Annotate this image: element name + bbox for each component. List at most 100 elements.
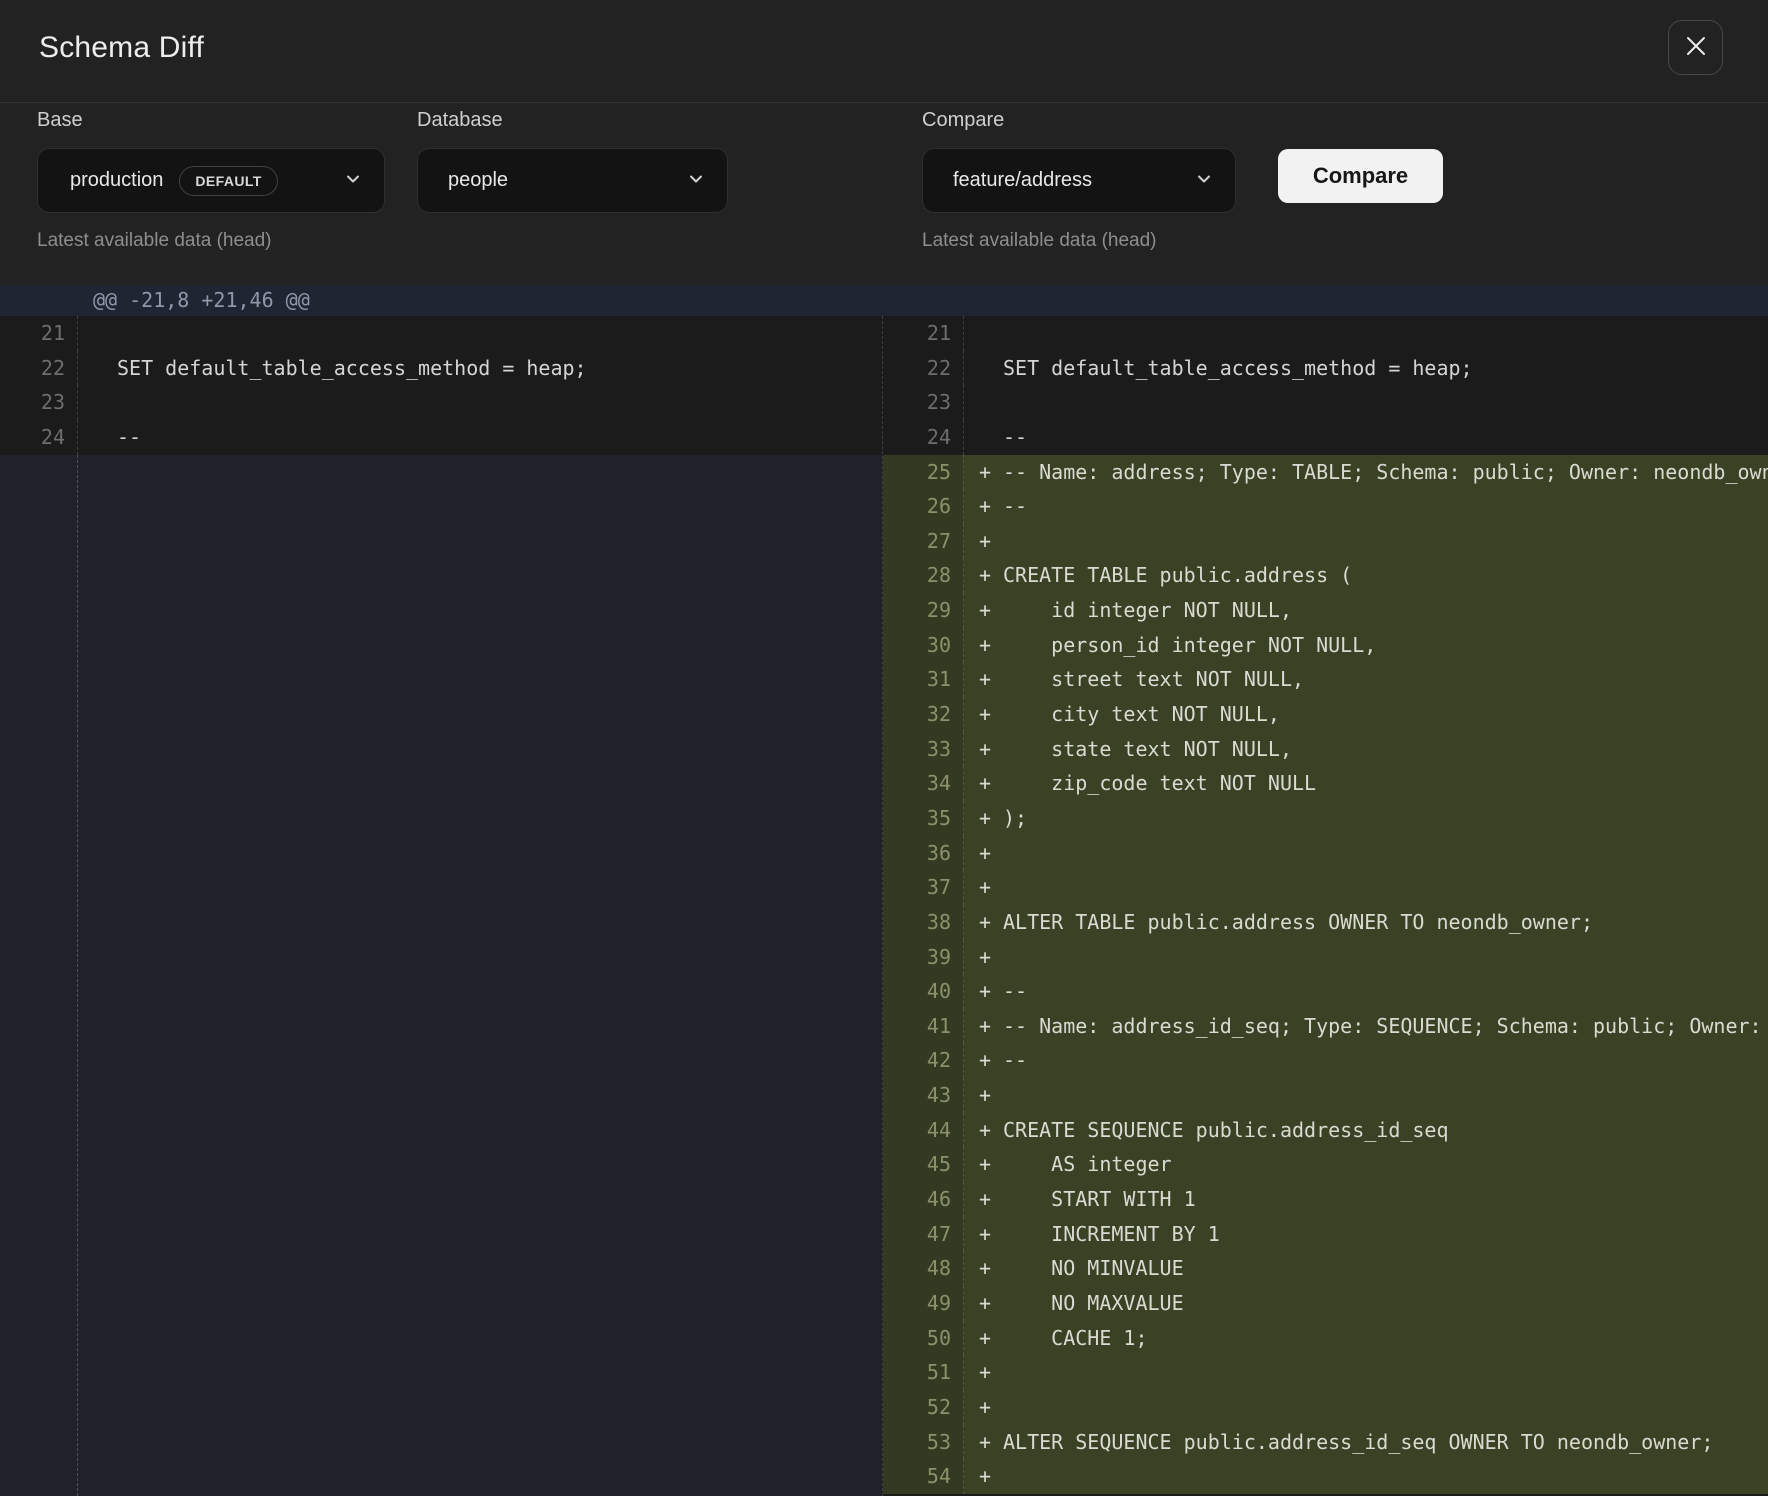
diff-row: 46 + START WITH 1 [883, 1182, 1768, 1217]
diff-pane-right-rows: 21 22 SET default_table_access_method = … [883, 316, 1768, 1494]
page-title: Schema Diff [39, 31, 204, 65]
close-button[interactable] [1668, 20, 1723, 75]
line-content: + [964, 1459, 1768, 1494]
line-number: 35 [883, 801, 964, 836]
diff-row: 35 +); [883, 801, 1768, 836]
diff-marker: + [979, 1321, 1003, 1356]
diff-marker: + [979, 1459, 1003, 1494]
base-branch-value: production [70, 169, 163, 192]
line-text: -- [1003, 494, 1027, 518]
diff-marker: + [979, 558, 1003, 593]
line-number: 51 [883, 1355, 964, 1390]
line-content: + zip_code text NOT NULL [964, 766, 1768, 801]
hunk-header: @@ -21,8 +21,46 @@ [0, 285, 1768, 316]
diff-row: 24 -- [0, 420, 882, 455]
diff-marker: + [979, 1286, 1003, 1321]
diff-row: 39 + [883, 940, 1768, 975]
line-content: + START WITH 1 [964, 1182, 1768, 1217]
base-hint: Latest available data (head) [37, 230, 272, 252]
diff-row: 22 SET default_table_access_method = hea… [0, 351, 882, 386]
line-text: NO MAXVALUE [1003, 1291, 1184, 1315]
line-text: -- Name: address; Type: TABLE; Schema: p… [1003, 460, 1768, 484]
diff-marker: + [979, 1043, 1003, 1078]
line-number: 28 [883, 558, 964, 593]
base-label: Base [37, 109, 83, 132]
line-content: +ALTER SEQUENCE public.address_id_seq OW… [964, 1425, 1768, 1460]
compare-hint: Latest available data (head) [922, 230, 1157, 252]
chevron-down-icon [1195, 169, 1213, 192]
schema-diff-modal: Schema Diff Base Database Compare produc… [0, 0, 1768, 1496]
diff-marker: + [979, 455, 1003, 490]
diff-pane-base: 21 22 SET default_table_access_method = … [0, 316, 882, 1496]
line-content: -- [78, 420, 882, 455]
line-text: SET default_table_access_method = heap; [117, 356, 587, 380]
diff-row: 47 + INCREMENT BY 1 [883, 1217, 1768, 1252]
line-content: + street text NOT NULL, [964, 662, 1768, 697]
line-text: state text NOT NULL, [1003, 737, 1292, 761]
diff-marker: + [979, 593, 1003, 628]
line-content [78, 385, 882, 420]
database-select[interactable]: people [417, 148, 728, 213]
line-text: SET default_table_access_method = heap; [1003, 356, 1473, 380]
compare-branch-value: feature/address [953, 169, 1092, 192]
diff-row: 45 + AS integer [883, 1147, 1768, 1182]
line-content: + CACHE 1; [964, 1321, 1768, 1356]
diff-marker: + [979, 836, 1003, 871]
line-text: NO MINVALUE [1003, 1256, 1184, 1280]
diff-marker: + [979, 1251, 1003, 1286]
diff-row: 29 + id integer NOT NULL, [883, 593, 1768, 628]
diff-marker: + [979, 801, 1003, 836]
line-content: + id integer NOT NULL, [964, 593, 1768, 628]
line-number: 26 [883, 489, 964, 524]
line-content: +); [964, 801, 1768, 836]
diff-marker: + [979, 1009, 1003, 1044]
diff-row: 44 +CREATE SEQUENCE public.address_id_se… [883, 1113, 1768, 1148]
line-text: AS integer [1003, 1152, 1172, 1176]
compare-branch-select[interactable]: feature/address [922, 148, 1236, 213]
diff-row: 54 + [883, 1459, 1768, 1494]
line-number: 44 [883, 1113, 964, 1148]
diff-marker: + [979, 489, 1003, 524]
line-number: 34 [883, 766, 964, 801]
line-number: 38 [883, 905, 964, 940]
diff-marker: + [979, 662, 1003, 697]
modal-header: Schema Diff [0, 0, 1768, 103]
line-number: 24 [0, 420, 78, 455]
diff-pane-compare: 21 22 SET default_table_access_method = … [882, 316, 1768, 1496]
compare-label: Compare [922, 109, 1004, 132]
diff-row: 23 [883, 385, 1768, 420]
line-content: +-- Name: address; Type: TABLE; Schema: … [964, 455, 1768, 490]
diff-row: 24 -- [883, 420, 1768, 455]
diff-row: 30 + person_id integer NOT NULL, [883, 628, 1768, 663]
diff-row: 38 +ALTER TABLE public.address OWNER TO … [883, 905, 1768, 940]
line-content: + [964, 524, 1768, 559]
diff-row: 43 + [883, 1078, 1768, 1113]
diff-marker: + [979, 766, 1003, 801]
base-branch-select[interactable]: production DEFAULT [37, 148, 385, 213]
line-number: 21 [883, 316, 964, 351]
line-text: -- [117, 425, 141, 449]
diff-row: 34 + zip_code text NOT NULL [883, 766, 1768, 801]
diff-row: 22 SET default_table_access_method = hea… [883, 351, 1768, 386]
line-text: START WITH 1 [1003, 1187, 1196, 1211]
diff-left-filler [0, 455, 882, 1496]
line-content: + city text NOT NULL, [964, 697, 1768, 732]
line-content: + INCREMENT BY 1 [964, 1217, 1768, 1252]
line-number: 39 [883, 940, 964, 975]
compare-button[interactable]: Compare [1278, 149, 1443, 203]
line-text: CREATE TABLE public.address ( [1003, 563, 1352, 587]
diff-viewer[interactable]: @@ -21,8 +21,46 @@ 21 22 SET default_tab… [0, 285, 1768, 1496]
diff-panes: 21 22 SET default_table_access_method = … [0, 316, 1768, 1496]
diff-row: 25 +-- Name: address; Type: TABLE; Schem… [883, 455, 1768, 490]
line-content: SET default_table_access_method = heap; [964, 351, 1768, 386]
line-content: +CREATE TABLE public.address ( [964, 558, 1768, 593]
line-text: ALTER TABLE public.address OWNER TO neon… [1003, 910, 1593, 934]
line-content: + [964, 1355, 1768, 1390]
diff-row: 23 [0, 385, 882, 420]
line-number: 47 [883, 1217, 964, 1252]
line-text: INCREMENT BY 1 [1003, 1222, 1220, 1246]
diff-row: 41 +-- Name: address_id_seq; Type: SEQUE… [883, 1009, 1768, 1044]
diff-row: 49 + NO MAXVALUE [883, 1286, 1768, 1321]
diff-row: 53 +ALTER SEQUENCE public.address_id_seq… [883, 1425, 1768, 1460]
database-value: people [448, 169, 508, 192]
